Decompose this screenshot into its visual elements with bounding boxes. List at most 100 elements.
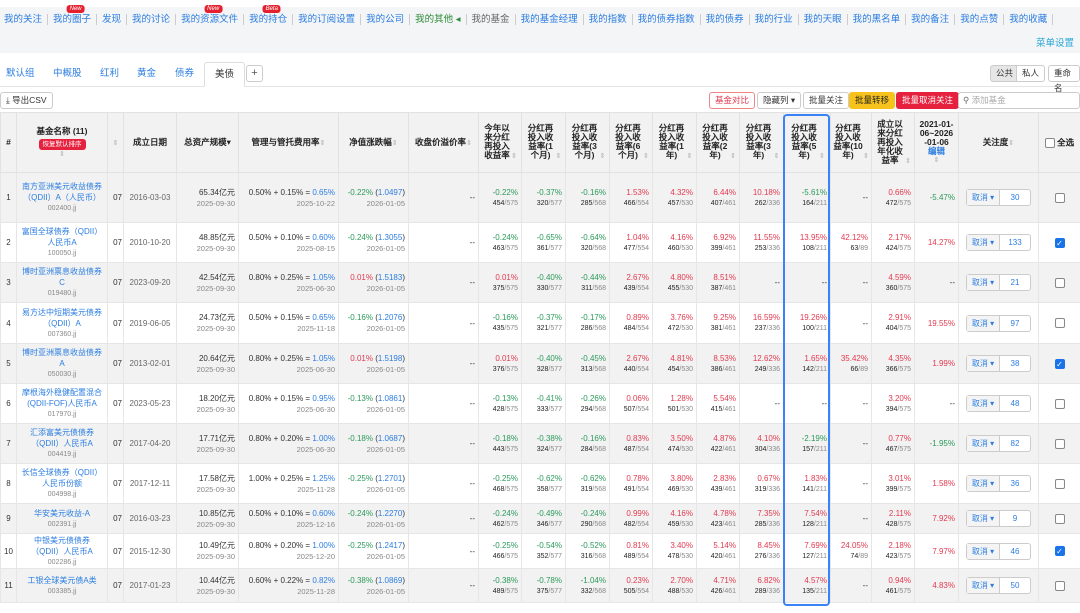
col-return[interactable]: 分红再投入收益率(6个月) ⇕ [609,112,653,173]
cancel-watch-dropdown[interactable]: 取消 ▾ [967,436,1000,451]
col-return[interactable]: 分红再投入收益率(1个月) ⇕ [521,112,566,173]
row-checkbox[interactable] [1054,398,1065,409]
row-checkbox[interactable] [1054,318,1065,329]
public-toggle[interactable]: 公共 [990,65,1020,82]
row-checkbox[interactable] [1054,192,1065,203]
nav-item[interactable]: 我的资源文件 New [176,5,245,25]
col-return[interactable]: 分红再投入收益率(2年) ⇕ [696,112,740,173]
rename-button[interactable]: 重命名 [1048,65,1080,93]
nav-item[interactable]: 我的关注 [4,14,49,25]
row-checkbox[interactable] [1054,438,1065,449]
nav-item[interactable]: 我的收藏 [1004,14,1054,25]
fund-name-link[interactable]: 工银全球美元债A类 [20,575,104,586]
col-return[interactable]: 分红再投入收益率(10年) ⇕ [830,112,872,173]
nav-item[interactable]: 我的备注 [906,14,956,25]
nav-item[interactable]: 我的讨论 [127,14,177,25]
fund-name-link[interactable]: 华安美元收益-A [20,508,104,519]
batch-unwatch-button[interactable]: 批量取消关注 [896,92,960,109]
fund-name-link[interactable]: 长信全球债券（QDII）人民币份额 [20,467,104,489]
col-return[interactable]: 分红再投入收益率(1年) ⇕ [652,112,697,173]
hide-columns-dropdown[interactable]: 隐藏列 ▾ [757,92,802,109]
tab[interactable]: 美债 [204,62,246,87]
tab[interactable]: 红利 [100,62,119,87]
col-name[interactable]: 基金名称 (11) 恢复默认排序 ⇕ [16,112,108,173]
nav-item[interactable]: 我的公司 [361,14,411,25]
nav-item[interactable]: 我的黑名单 [848,14,907,25]
fund-name-link[interactable]: 易方达中短期美元债券（QDII）A [20,307,104,329]
cancel-watch-dropdown[interactable]: 取消 ▾ [967,543,1000,559]
row-checkbox[interactable] [1054,277,1065,288]
nav-item[interactable]: 我的天眼 [799,14,848,25]
select-all-checkbox[interactable] [1044,137,1055,148]
nav-value[interactable]: 1.2701 [378,474,402,483]
nav-value[interactable]: 1.0497 [378,188,402,197]
nav-value[interactable]: 1.3055 [378,233,402,242]
nav-value[interactable]: 1.0869 [378,576,402,585]
nav-item[interactable]: 我的基金 [467,14,516,25]
fund-name-link[interactable]: 汇添富美元债债券（QDII）人民币A [20,427,104,449]
col-aum[interactable]: 总资产规模▾ [176,112,239,173]
nav-value[interactable]: 1.2076 [378,313,402,322]
restore-sort-button[interactable]: 恢复默认排序 [38,138,86,150]
cancel-watch-dropdown[interactable]: 取消 ▾ [967,356,1000,371]
tab[interactable]: 默认组 [6,62,35,87]
col-return[interactable]: 成立以来分红再投入年化收益率 ⇕ [871,112,915,173]
cancel-watch-dropdown[interactable]: 取消 ▾ [967,578,1000,593]
col-fee[interactable]: 管理与管托费用率⇕ [238,112,339,173]
fund-name-link[interactable]: 博时亚洲票息收益债券C [20,266,104,288]
nav-item[interactable]: 我的点赞 [955,14,1005,25]
nav-value[interactable]: 1.0687 [378,434,402,443]
col-return[interactable]: 分红再投入收益率(5年) ⇕ [783,112,831,173]
nav-item[interactable]: 我的订阅设置 [293,14,362,25]
nav-item[interactable]: 发现 [97,14,128,25]
tab[interactable]: 中概股 [53,62,82,87]
row-checkbox[interactable] [1054,580,1065,591]
row-checkbox[interactable]: ✓ [1054,237,1065,248]
cancel-watch-dropdown[interactable]: 取消 ▾ [967,396,1000,411]
col-return[interactable]: 分红再投入收益率(3个月) ⇕ [565,112,610,173]
fund-name-link[interactable]: 中银美元债债券（QDII）人民币A [20,535,104,557]
col-return[interactable]: 今年以来分红再投入收益率⇕ [478,112,522,173]
col-range[interactable]: 2021-01-06~2026-01-06 编辑 ⇕ [914,112,959,173]
tab[interactable]: 债券 [175,62,194,87]
add-fund-search[interactable]: ⚲ 添加基金 [958,92,1080,109]
fund-name-link[interactable]: 富国全球债券（QDII）人民币A [20,226,104,248]
nav-value[interactable]: 1.0861 [378,394,402,403]
cancel-watch-dropdown[interactable]: 取消 ▾ [967,190,1000,205]
tab[interactable]: 黄金 [137,62,156,87]
cancel-watch-dropdown[interactable]: 取消 ▾ [967,476,1000,491]
nav-item[interactable]: 我的指数 [584,14,633,25]
fund-compare-button[interactable]: 基金对比 [709,92,756,109]
edit-range-link[interactable]: 编辑 [915,147,958,156]
nav-value[interactable]: 1.5183 [378,273,402,282]
col-return[interactable]: 分红再投入收益率(3年) ⇕ [739,112,784,173]
col-founded[interactable]: 成立日期 [123,112,177,173]
cancel-watch-dropdown[interactable]: 取消 ▾ [967,315,1000,331]
nav-item[interactable]: 我的债券指数 [633,14,701,25]
row-checkbox[interactable] [1054,478,1065,489]
row-checkbox[interactable] [1054,513,1065,524]
private-toggle[interactable]: 私人 [1016,65,1046,82]
export-csv-button[interactable]: ⤓ 导出CSV [0,92,53,109]
col-watch[interactable]: 关注度⇕ [958,112,1039,173]
row-checkbox[interactable]: ✓ [1054,358,1065,369]
add-tab-button[interactable]: + [246,65,263,82]
row-checkbox[interactable]: ✓ [1054,546,1065,557]
nav-item[interactable]: 我的债券 [701,14,750,25]
nav-value[interactable]: 1.2417 [378,541,402,550]
nav-item[interactable]: 我的持仓 Beta [244,5,294,25]
batch-move-button[interactable]: 批量转移 [849,92,896,109]
nav-item[interactable]: 我的基金经理 [516,14,584,25]
cancel-watch-dropdown[interactable]: 取消 ▾ [967,235,1000,250]
batch-watch-button[interactable]: 批量关注 [803,92,850,109]
col-hidden[interactable]: ⇕ [107,112,124,173]
nav-item[interactable]: 我的行业 [750,14,799,25]
col-nav[interactable]: 净值涨跌幅⇕ [338,112,409,173]
col-premium[interactable]: 收盘价溢价率⇕ [408,112,479,173]
fund-name-link[interactable]: 南方亚洲美元收益债券（QDII）A（人民币） [20,181,104,203]
cancel-watch-dropdown[interactable]: 取消 ▾ [967,275,1000,290]
col-select-all[interactable]: 全选 [1038,112,1080,173]
menu-settings-link[interactable]: 菜单设置 [1036,35,1074,49]
fund-name-link[interactable]: 摩根海外稳健配置混合(QDII-FOF)人民币A [20,387,104,409]
cancel-watch-dropdown[interactable]: 取消 ▾ [967,511,1000,526]
